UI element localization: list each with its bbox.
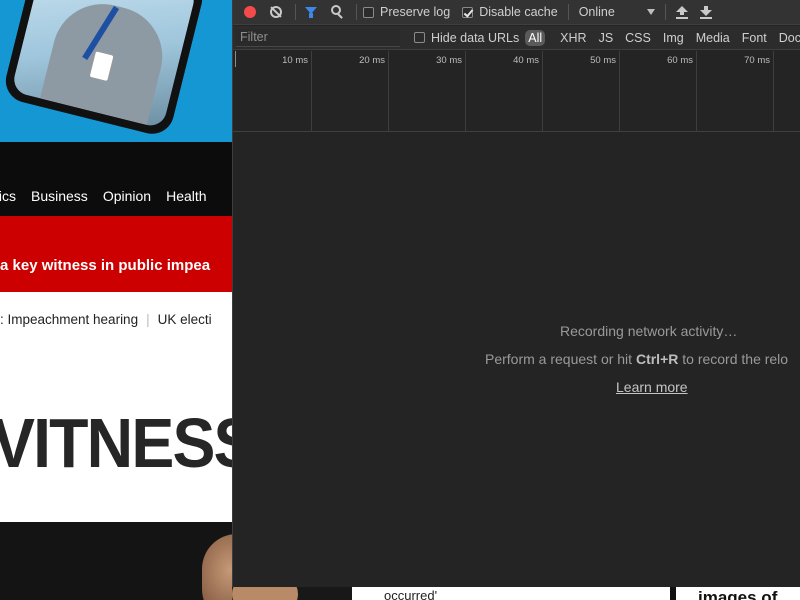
checkbox-box[interactable] bbox=[462, 6, 474, 18]
story-photo-fragment bbox=[232, 586, 352, 600]
nav-item-politics[interactable]: tics bbox=[0, 188, 16, 204]
type-filter-media[interactable]: Media bbox=[693, 30, 733, 46]
timeline-tick: 10 ms bbox=[235, 51, 312, 132]
toolbar-divider bbox=[567, 4, 569, 20]
story-text-fragment[interactable]: occurred' bbox=[384, 588, 437, 600]
breaking-news-banner[interactable]: a key witness in public impea bbox=[0, 216, 236, 292]
ticker-item-uk-election[interactable]: UK electi bbox=[158, 312, 212, 327]
perform-request-message: Perform a request or hit Ctrl+R to recor… bbox=[485, 351, 788, 367]
timeline-tick: 70 ms bbox=[697, 51, 774, 132]
toolbar-divider bbox=[664, 4, 666, 20]
hide-data-urls-checkbox[interactable]: Hide data URLs bbox=[414, 31, 519, 45]
throttling-value: Online bbox=[578, 5, 615, 19]
preserve-log-label: Preserve log bbox=[380, 5, 451, 19]
perform-text-after: to record the relo bbox=[678, 351, 789, 367]
phone-image bbox=[1, 0, 207, 139]
disable-cache-checkbox[interactable]: Disable cache bbox=[462, 5, 558, 19]
recording-message: Recording network activity… bbox=[560, 323, 738, 339]
preserve-log-checkbox[interactable]: Preserve log bbox=[363, 5, 450, 19]
timeline-tick: 20 ms bbox=[312, 51, 389, 132]
column-divider bbox=[670, 586, 676, 600]
ticker-item-impeachment[interactable]: : Impeachment hearing bbox=[0, 312, 138, 327]
filter-icon[interactable] bbox=[302, 3, 320, 21]
filter-input[interactable] bbox=[236, 28, 400, 47]
chevron-down-icon bbox=[646, 9, 655, 15]
reload-shortcut: Ctrl+R bbox=[635, 351, 679, 367]
timeline-tick-label: 50 ms bbox=[590, 55, 616, 66]
story-photo[interactable] bbox=[0, 522, 236, 600]
timeline-tick-label: 60 ms bbox=[667, 55, 693, 66]
hide-data-urls-label: Hide data URLs bbox=[431, 30, 520, 45]
empty-state: Recording network activity… Perform a re… bbox=[233, 132, 800, 587]
perform-text-before: Perform a request or hit bbox=[485, 351, 636, 367]
type-filter-doc[interactable]: Doc bbox=[776, 30, 800, 46]
ad-banner[interactable] bbox=[0, 0, 236, 142]
timeline-tick: 40 ms bbox=[466, 51, 543, 132]
page-below-devtools: occurred' images of bbox=[232, 586, 800, 600]
page-headline: VITNESS bbox=[0, 404, 236, 482]
timeline-tick: 60 ms bbox=[620, 51, 697, 132]
nav-item-health[interactable]: Health bbox=[166, 188, 206, 204]
type-filter-all[interactable]: All bbox=[525, 29, 546, 46]
type-filter-js[interactable]: JS bbox=[596, 30, 617, 46]
clear-icon[interactable] bbox=[267, 3, 285, 21]
disable-cache-label: Disable cache bbox=[479, 5, 558, 19]
site-nav: tics Business Opinion Health bbox=[0, 176, 236, 216]
type-filter-font[interactable]: Font bbox=[739, 30, 770, 46]
throttling-select[interactable]: Online bbox=[579, 5, 655, 19]
nav-item-business[interactable]: Business bbox=[31, 188, 88, 204]
trending-ticker: : Impeachment hearing | UK electi bbox=[0, 312, 236, 334]
toolbar-divider bbox=[356, 4, 357, 20]
timeline-tick-label: 70 ms bbox=[744, 55, 770, 66]
checkbox-box[interactable] bbox=[363, 6, 374, 18]
type-filter-css[interactable]: CSS bbox=[622, 30, 654, 46]
timeline-tick-label: 20 ms bbox=[359, 55, 385, 66]
filter-bar: Hide data URLs All XHR JS CSS Img Media … bbox=[233, 26, 800, 50]
learn-more-link[interactable]: Learn more bbox=[616, 379, 688, 395]
timeline-tick: 30 ms bbox=[389, 51, 466, 132]
toolbar-divider bbox=[295, 4, 296, 20]
devtools-network-panel: Preserve log Disable cache Online Hide d… bbox=[232, 0, 800, 587]
type-filter-img[interactable]: Img bbox=[660, 30, 687, 46]
import-har-icon[interactable] bbox=[674, 4, 690, 20]
network-overview-timeline[interactable]: 10 ms 20 ms 30 ms 40 ms 50 ms 60 ms 70 m… bbox=[233, 51, 800, 132]
header-band bbox=[0, 142, 236, 176]
nav-item-opinion[interactable]: Opinion bbox=[103, 188, 151, 204]
export-har-icon[interactable] bbox=[698, 4, 714, 20]
timeline-tick-label: 40 ms bbox=[513, 55, 539, 66]
website-background: tics Business Opinion Health a key witne… bbox=[0, 0, 236, 600]
network-toolbar: Preserve log Disable cache Online bbox=[233, 0, 800, 25]
timeline-tick-label: 10 ms bbox=[282, 55, 308, 66]
story-title-fragment[interactable]: images of bbox=[698, 588, 777, 600]
timeline-tick: 50 ms bbox=[543, 51, 620, 132]
checkbox-box[interactable] bbox=[414, 32, 425, 43]
search-icon[interactable] bbox=[328, 3, 346, 21]
breaking-news-text: a key witness in public impea bbox=[0, 257, 211, 274]
ticker-separator: | bbox=[146, 312, 150, 327]
record-icon[interactable] bbox=[241, 3, 259, 21]
type-filter-xhr[interactable]: XHR bbox=[557, 30, 589, 46]
timeline-tick-label: 30 ms bbox=[436, 55, 462, 66]
